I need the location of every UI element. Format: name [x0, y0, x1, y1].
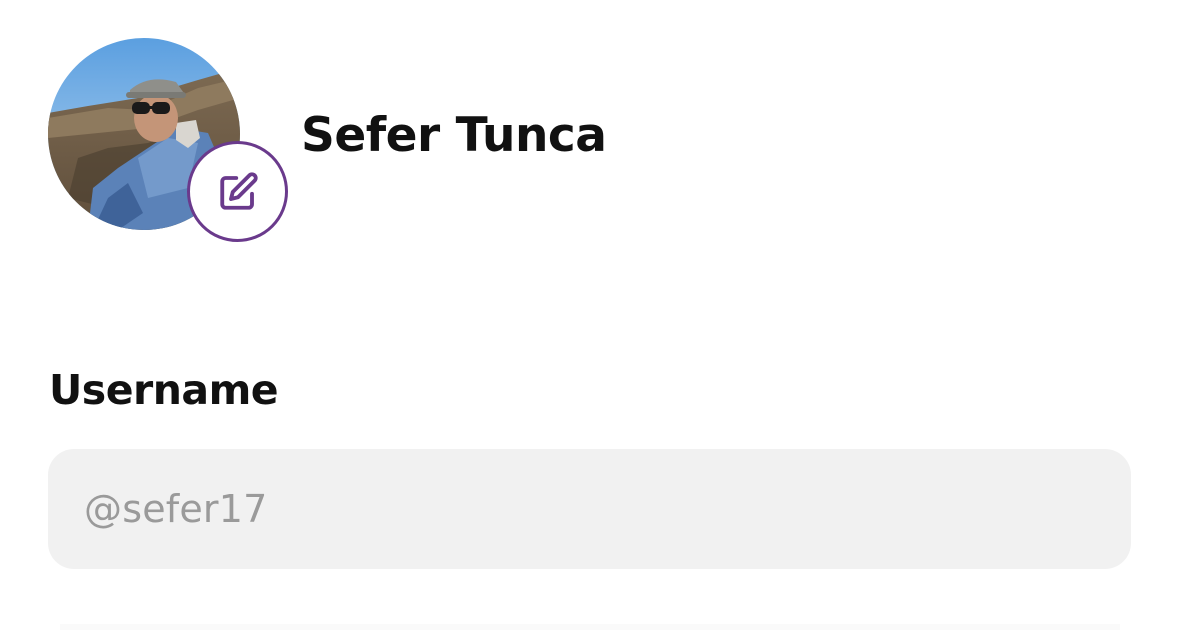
profile-header: Sefer Tunca: [48, 38, 748, 248]
edit-photo-button[interactable]: [187, 141, 288, 242]
profile-name: Sefer Tunca: [301, 108, 607, 163]
edit-profile-screen: Sefer Tunca Username @sefer17: [0, 0, 1179, 630]
username-value: @sefer17: [84, 487, 268, 531]
avatar-container: [48, 38, 288, 242]
pencil-square-icon: [219, 171, 258, 210]
next-field-edge: [60, 624, 1120, 630]
username-label: Username: [49, 366, 279, 414]
username-field[interactable]: @sefer17: [48, 449, 1131, 569]
